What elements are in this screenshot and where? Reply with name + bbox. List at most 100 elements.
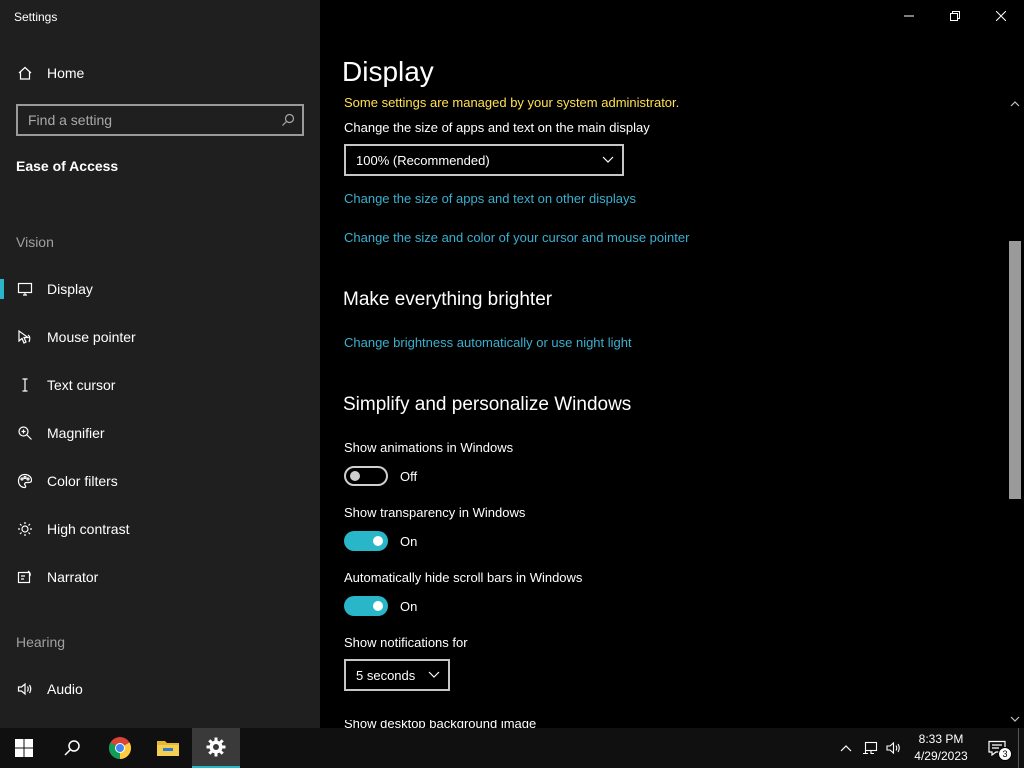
file-explorer-icon <box>157 741 179 756</box>
toggle-state: On <box>400 598 418 614</box>
notifications-label: Show notifications for <box>344 635 468 650</box>
search-icon[interactable] <box>274 113 302 127</box>
sidebar-item-mouse-pointer[interactable]: Mouse pointer <box>0 317 320 357</box>
window-controls <box>886 0 1024 32</box>
magnifier-icon <box>17 425 33 441</box>
group-label-hearing: Hearing <box>16 634 66 650</box>
toggle-knob <box>373 536 383 546</box>
scale-dropdown[interactable]: 100% (Recommended) <box>344 144 624 176</box>
sidebar-item-display[interactable]: Display <box>0 269 320 309</box>
sidebar-item-narrator[interactable]: Narrator <box>0 557 320 597</box>
animations-toggle-row: Off <box>344 466 417 486</box>
toggle-knob <box>373 601 383 611</box>
sidebar-item-label: Text cursor <box>47 377 116 393</box>
toggle-state: On <box>400 533 418 549</box>
chevron-down-icon <box>602 156 614 163</box>
sidebar-item-home[interactable]: Home <box>0 57 320 89</box>
windows-start-icon <box>15 739 33 757</box>
network-button[interactable] <box>858 728 882 768</box>
chevron-up-icon <box>840 745 852 752</box>
sidebar: Settings Home Ease of Access Vision Disp… <box>0 0 320 728</box>
transparency-label: Show transparency in Windows <box>344 505 526 520</box>
page-title: Display <box>342 56 434 87</box>
main-content: Display Some settings are managed by you… <box>320 0 1024 728</box>
taskbar: 8:33 PM 4/29/2023 3 <box>0 728 1024 768</box>
mouse-pointer-icon <box>17 329 33 345</box>
transparency-toggle[interactable] <box>344 531 388 551</box>
chevron-down-icon <box>428 671 440 678</box>
close-icon <box>996 11 1006 21</box>
volume-icon <box>886 741 900 755</box>
animations-label: Show animations in Windows <box>344 440 514 455</box>
scale-label: Change the size of apps and text on the … <box>344 120 650 135</box>
sidebar-item-label: Audio <box>47 681 83 697</box>
network-icon <box>863 741 878 755</box>
scroll-up-icon[interactable] <box>1010 99 1020 109</box>
brighter-heading: Make everything brighter <box>343 289 553 310</box>
sidebar-item-label: Mouse pointer <box>47 329 136 345</box>
search-icon <box>64 740 80 756</box>
transparency-toggle-row: On <box>344 531 417 551</box>
high-contrast-icon <box>17 521 33 537</box>
sidebar-item-high-contrast[interactable]: High contrast <box>0 509 320 549</box>
clock-date: 4/29/2023 <box>914 749 968 763</box>
sidebar-item-magnifier[interactable]: Magnifier <box>0 413 320 453</box>
minimize-button[interactable] <box>886 0 932 32</box>
scrollbar[interactable] <box>1006 96 1024 728</box>
restore-button[interactable] <box>932 0 978 32</box>
start-button[interactable] <box>0 728 48 768</box>
cursor-settings-link[interactable]: Change the size and color of your cursor… <box>344 230 689 245</box>
admin-note: Some settings are managed by your system… <box>344 95 680 110</box>
scrollbars-toggle-row: On <box>344 596 417 616</box>
clock[interactable]: 8:33 PM 4/29/2023 <box>906 731 976 765</box>
chrome-taskbar-button[interactable] <box>96 728 144 768</box>
toggle-knob <box>350 471 360 481</box>
action-center-button[interactable]: 3 <box>976 728 1018 768</box>
scroll-down-icon[interactable] <box>1010 714 1020 724</box>
monitor-icon <box>17 281 33 297</box>
sidebar-item-text-cursor[interactable]: Text cursor <box>0 365 320 405</box>
file-explorer-taskbar-button[interactable] <box>144 728 192 768</box>
sidebar-item-color-filters[interactable]: Color filters <box>0 461 320 501</box>
settings-taskbar-button[interactable] <box>192 728 240 768</box>
chrome-icon <box>109 737 131 759</box>
sidebar-item-audio[interactable]: Audio <box>0 669 320 709</box>
sidebar-item-label: Magnifier <box>47 425 105 441</box>
narrator-icon <box>17 569 33 585</box>
scrollbars-toggle[interactable] <box>344 596 388 616</box>
app-title: Settings <box>14 10 58 24</box>
section-heading: Ease of Access <box>16 158 119 174</box>
show-hidden-icons-button[interactable] <box>834 728 858 768</box>
scrollbars-label: Automatically hide scroll bars in Window… <box>344 570 583 585</box>
group-label-vision: Vision <box>16 234 54 250</box>
text-cursor-icon <box>17 377 33 393</box>
settings-icon <box>206 737 226 757</box>
sidebar-item-label: Color filters <box>47 473 118 489</box>
close-button[interactable] <box>978 0 1024 32</box>
clock-time: 8:33 PM <box>918 732 964 746</box>
sidebar-item-label: Home <box>47 65 85 81</box>
animations-toggle[interactable] <box>344 466 388 486</box>
restore-icon <box>950 11 960 21</box>
simplify-heading: Simplify and personalize Windows <box>343 394 632 415</box>
search-box[interactable] <box>16 104 304 136</box>
sidebar-item-label: Narrator <box>47 569 99 585</box>
sidebar-item-label: High contrast <box>47 521 130 537</box>
sidebar-item-label: Display <box>47 281 93 297</box>
show-desktop-button[interactable] <box>1018 728 1024 768</box>
toggle-state: Off <box>400 468 418 484</box>
system-tray: 8:33 PM 4/29/2023 3 <box>834 728 1024 768</box>
minimize-icon <box>904 15 914 17</box>
color-filters-icon <box>17 473 33 489</box>
brightness-link[interactable]: Change brightness automatically or use n… <box>344 335 632 350</box>
taskbar-search-button[interactable] <box>48 728 96 768</box>
scroll-thumb[interactable] <box>1009 241 1021 499</box>
search-input[interactable] <box>18 112 274 128</box>
home-icon <box>17 65 33 81</box>
background-image-label: Show desktop background image <box>344 720 537 728</box>
other-displays-link[interactable]: Change the size of apps and text on othe… <box>344 191 636 206</box>
volume-button[interactable] <box>882 728 906 768</box>
notification-count-badge: 3 <box>998 747 1012 761</box>
scale-dropdown-value: 100% (Recommended) <box>356 152 490 168</box>
notifications-dropdown[interactable]: 5 seconds <box>344 659 450 691</box>
